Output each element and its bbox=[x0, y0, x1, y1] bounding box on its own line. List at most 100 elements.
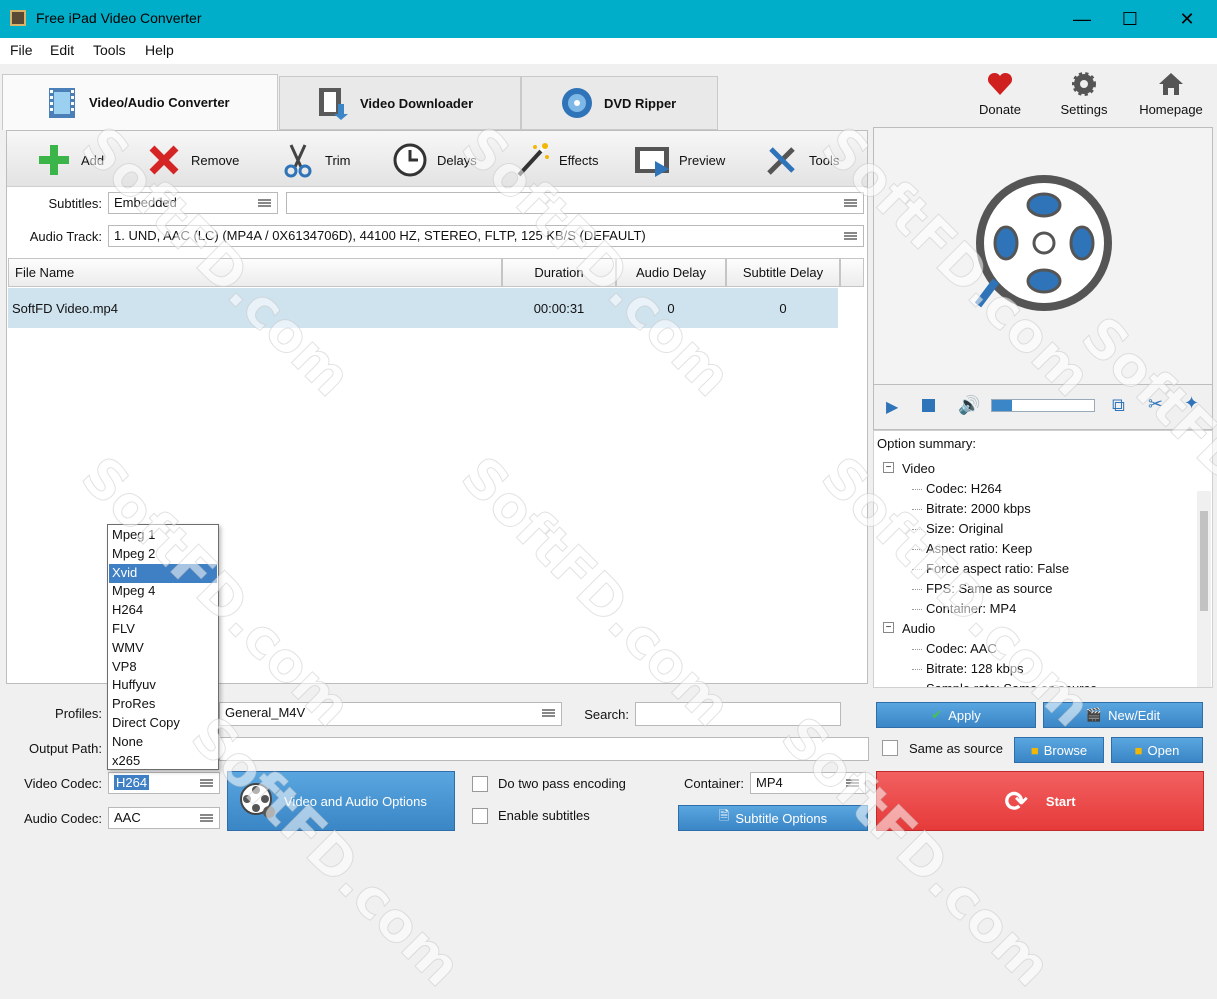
film-icon bbox=[49, 87, 75, 118]
tree-leaf: Sample rate: Same as source bbox=[926, 681, 1097, 687]
donate-button[interactable]: Donate bbox=[960, 70, 1040, 117]
dvd-icon bbox=[562, 88, 592, 118]
container-select[interactable]: MP4 bbox=[750, 772, 866, 794]
audio-track-value: 1. UND, AAC (LC) (MP4A / 0X6134706D), 44… bbox=[114, 228, 646, 243]
tab-label: DVD Ripper bbox=[604, 95, 677, 111]
tab-video-audio-converter[interactable]: Video/Audio Converter bbox=[2, 74, 278, 130]
stop-icon[interactable] bbox=[922, 399, 935, 412]
apply-label: Apply bbox=[948, 707, 981, 723]
film-reel-icon bbox=[974, 175, 1112, 311]
minimize-button[interactable]: — bbox=[1055, 0, 1109, 38]
audio-track-select[interactable]: 1. UND, AAC (LC) (MP4A / 0X6134706D), 44… bbox=[108, 225, 864, 247]
open-button[interactable]: ■ Open bbox=[1111, 737, 1203, 763]
settings-button[interactable]: Settings bbox=[1044, 70, 1124, 117]
subtitle-options-label: Subtitle Options bbox=[735, 810, 828, 826]
tree-video[interactable]: Video bbox=[902, 461, 935, 476]
delays-button[interactable]: Delays bbox=[391, 141, 477, 179]
enable-subtitles-checkbox[interactable] bbox=[472, 808, 488, 824]
scrollbar-thumb[interactable] bbox=[1200, 511, 1208, 611]
trim-button[interactable]: Trim bbox=[279, 141, 351, 179]
column-header-audio-delay[interactable]: Audio Delay bbox=[616, 258, 726, 287]
volume-icon[interactable]: 🔊 bbox=[958, 395, 980, 416]
apply-button[interactable]: ✔ Apply bbox=[876, 702, 1036, 728]
volume-slider[interactable] bbox=[991, 399, 1095, 412]
table-row[interactable]: SoftFD Video.mp4 00:00:31 0 0 bbox=[8, 288, 838, 328]
collapse-icon[interactable]: − bbox=[883, 622, 894, 633]
dropdown-option[interactable]: Xvid bbox=[109, 563, 217, 583]
tools-button[interactable]: Tools bbox=[763, 141, 839, 179]
new-edit-button[interactable]: 🎬 New/Edit bbox=[1043, 702, 1203, 728]
dropdown-option[interactable]: Mpeg 1 bbox=[109, 526, 217, 545]
dropdown-option[interactable]: FLV bbox=[109, 620, 217, 639]
dropdown-option[interactable]: Direct Copy bbox=[109, 714, 217, 733]
dropdown-option[interactable]: Mpeg 4 bbox=[109, 582, 217, 601]
document-icon: 🗎 bbox=[718, 808, 730, 823]
audio-codec-select[interactable]: AAC bbox=[108, 807, 220, 829]
homepage-button[interactable]: Homepage bbox=[1131, 70, 1211, 117]
summary-title: Option summary: bbox=[877, 436, 976, 451]
dropdown-option[interactable]: WMV bbox=[109, 639, 217, 658]
dropdown-option[interactable]: Huffyuv bbox=[109, 676, 217, 695]
browse-button[interactable]: ■ Browse bbox=[1014, 737, 1104, 763]
subtitles-secondary-select[interactable] bbox=[286, 192, 864, 214]
add-button[interactable]: Add bbox=[35, 141, 104, 179]
effects-button[interactable]: Effects bbox=[513, 141, 599, 179]
player-controls: ▶ 🔊 ⧉ ✂ ✦ bbox=[873, 384, 1213, 430]
subtitles-select[interactable]: Embedded bbox=[108, 192, 278, 214]
column-header-file-name[interactable]: File Name bbox=[8, 258, 502, 287]
remove-button[interactable]: Remove bbox=[145, 141, 239, 179]
external-open-icon[interactable]: ⧉ bbox=[1112, 395, 1125, 416]
dropdown-option[interactable]: H264 bbox=[109, 601, 217, 620]
summary-scrollbar[interactable] bbox=[1197, 491, 1211, 687]
collapse-icon[interactable]: − bbox=[883, 462, 894, 473]
menu-help[interactable]: Help bbox=[145, 42, 174, 58]
profiles-label: Profiles: bbox=[55, 706, 102, 721]
dropdown-option[interactable]: ProRes bbox=[109, 695, 217, 714]
search-input[interactable] bbox=[635, 702, 841, 726]
menu-icon bbox=[844, 232, 857, 240]
start-button[interactable]: ⟳ Start bbox=[876, 771, 1204, 831]
x-icon bbox=[149, 145, 179, 175]
tree-connector bbox=[912, 649, 922, 650]
preview-button[interactable]: Preview bbox=[633, 141, 725, 179]
subtitles-value: Embedded bbox=[114, 195, 177, 210]
two-pass-checkbox[interactable] bbox=[472, 776, 488, 792]
column-header-subtitle-delay[interactable]: Subtitle Delay bbox=[726, 258, 840, 287]
new-edit-label: New/Edit bbox=[1108, 707, 1161, 723]
scissors-icon[interactable]: ✂ bbox=[1148, 394, 1163, 415]
tree-connector bbox=[912, 549, 922, 550]
video-codec-select[interactable]: H264 bbox=[108, 772, 220, 794]
remove-label: Remove bbox=[191, 152, 240, 168]
video-codec-dropdown[interactable]: Mpeg 1 Mpeg 2 Xvid Mpeg 4 H264 FLV WMV VP8 Huffy… bbox=[107, 524, 219, 770]
tab-video-downloader[interactable]: Video Downloader bbox=[279, 76, 521, 130]
output-path-input[interactable] bbox=[219, 737, 869, 761]
dropdown-option[interactable]: Mpeg 2 bbox=[109, 545, 217, 564]
magic-wand-icon[interactable]: ✦ bbox=[1184, 393, 1199, 414]
tree-connector bbox=[912, 569, 922, 570]
column-header-duration[interactable]: Duration bbox=[502, 258, 616, 287]
menu-edit[interactable]: Edit bbox=[50, 42, 74, 58]
home-icon bbox=[1159, 73, 1183, 95]
delays-label: Delays bbox=[437, 152, 477, 168]
magic-wand-icon bbox=[517, 143, 549, 177]
maximize-button[interactable]: ☐ bbox=[1103, 0, 1157, 38]
close-button[interactable]: ✕ bbox=[1160, 0, 1214, 38]
dropdown-option[interactable]: x265 bbox=[109, 752, 217, 771]
tab-dvd-ripper[interactable]: DVD Ripper bbox=[521, 76, 718, 130]
video-audio-options-button[interactable]: Video and Audio Options bbox=[227, 771, 455, 831]
dropdown-option[interactable]: VP8 bbox=[109, 658, 217, 677]
menu-icon bbox=[542, 709, 555, 717]
donate-label: Donate bbox=[979, 102, 1021, 117]
folder-open-icon: ■ bbox=[1134, 742, 1143, 758]
menu-tools[interactable]: Tools bbox=[93, 42, 126, 58]
play-icon[interactable]: ▶ bbox=[886, 397, 898, 417]
same-as-source-checkbox[interactable] bbox=[882, 740, 898, 756]
menu-file[interactable]: File bbox=[10, 42, 33, 58]
volume-fill bbox=[992, 400, 1012, 411]
subtitle-options-button[interactable]: 🗎 Subtitle Options bbox=[678, 805, 868, 831]
tree-audio[interactable]: Audio bbox=[902, 621, 935, 636]
menu-icon bbox=[844, 199, 857, 207]
profiles-select[interactable]: General_M4V bbox=[219, 702, 562, 726]
folder-icon: ■ bbox=[1030, 742, 1039, 758]
dropdown-option[interactable]: None bbox=[109, 733, 217, 752]
